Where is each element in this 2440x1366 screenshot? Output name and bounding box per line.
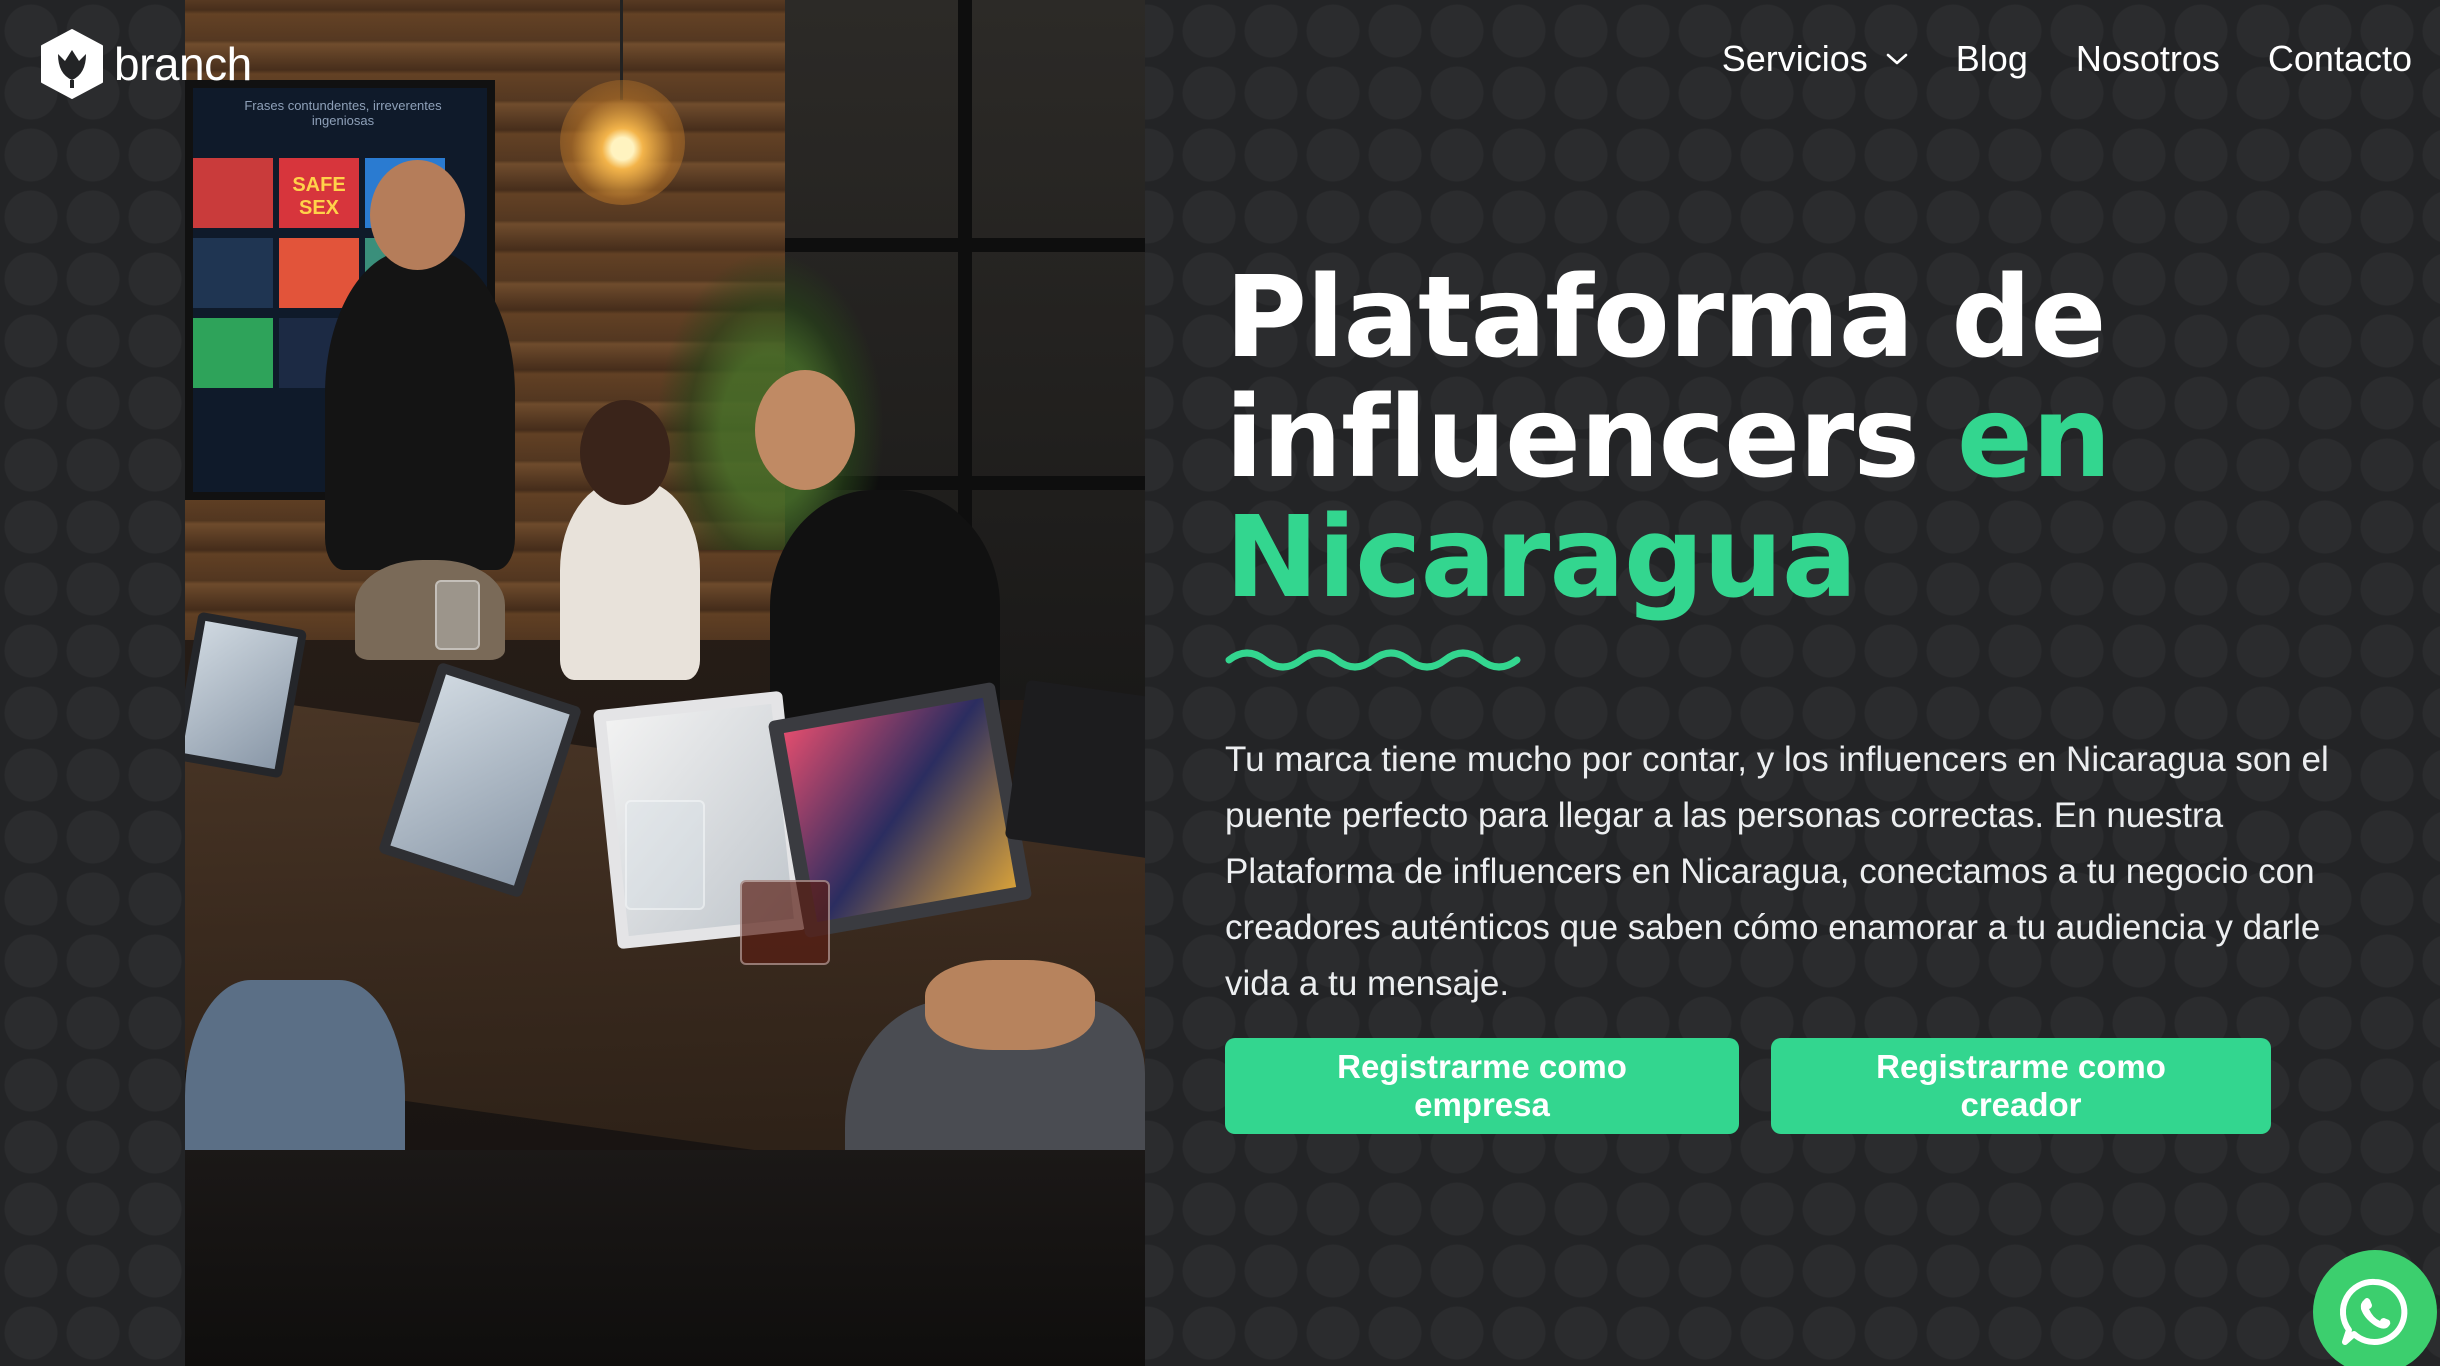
logo[interactable]: branch bbox=[38, 28, 252, 100]
tea-glass bbox=[740, 880, 830, 965]
hero-photo: Frases contundentes, irreverentes ingenio… bbox=[185, 0, 1145, 1366]
title-highlight-en: en bbox=[1956, 373, 2112, 503]
chevron-down-icon bbox=[1886, 53, 1908, 65]
tv-tile-badge: SAFE SEX bbox=[279, 158, 359, 228]
wine-glass bbox=[435, 580, 480, 650]
water-glass bbox=[625, 800, 705, 910]
nav-servicios[interactable]: Servicios bbox=[1722, 38, 1908, 80]
hero-title: Plataforma de influencers en Nicaragua bbox=[1225, 258, 2375, 618]
nav-blog[interactable]: Blog bbox=[1956, 38, 2028, 80]
register-creator-button[interactable]: Registrarme como creador bbox=[1771, 1038, 2271, 1134]
nav-nosotros[interactable]: Nosotros bbox=[2076, 38, 2220, 80]
person-head bbox=[580, 400, 670, 505]
title-highlight-country: Nicaragua bbox=[1225, 493, 1857, 623]
hero-section: Plataforma de influencers en Nicaragua T… bbox=[1225, 258, 2375, 1134]
title-line-2: influencers bbox=[1225, 373, 1957, 503]
person-woman bbox=[560, 480, 700, 680]
pendant-lamp bbox=[560, 80, 685, 205]
brand-name: branch bbox=[114, 38, 252, 90]
tv-tile bbox=[193, 158, 273, 228]
hand bbox=[925, 960, 1095, 1050]
tv-tile bbox=[193, 238, 273, 308]
whatsapp-button[interactable] bbox=[2313, 1250, 2437, 1366]
squiggle-underline bbox=[1225, 649, 1521, 671]
laptop bbox=[1004, 679, 1145, 861]
cta-group: Registrarme como empresa Registrarme com… bbox=[1225, 1038, 2375, 1134]
register-company-button[interactable]: Registrarme como empresa bbox=[1225, 1038, 1739, 1134]
nav-contacto[interactable]: Contacto bbox=[2268, 38, 2412, 80]
person-head bbox=[370, 160, 465, 270]
tulip-shield-icon bbox=[41, 29, 103, 99]
hero-description: Tu marca tiene mucho por contar, y los i… bbox=[1225, 740, 2329, 1003]
landing-page: Frases contundentes, irreverentes ingenio… bbox=[0, 0, 2440, 1366]
person-presenter bbox=[325, 250, 515, 570]
nav-servicios-label: Servicios bbox=[1721, 38, 1868, 79]
person-legs bbox=[355, 560, 505, 660]
person-head bbox=[755, 370, 855, 490]
title-line-1: Plataforma de bbox=[1225, 253, 2106, 383]
tv-tile bbox=[193, 318, 273, 388]
whatsapp-icon bbox=[2340, 1278, 2408, 1345]
tv-caption: Frases contundentes, irreverentes ingenio… bbox=[244, 98, 442, 128]
floor bbox=[185, 1150, 1145, 1366]
main-nav: Servicios Blog Nosotros Contacto bbox=[1722, 38, 2412, 80]
